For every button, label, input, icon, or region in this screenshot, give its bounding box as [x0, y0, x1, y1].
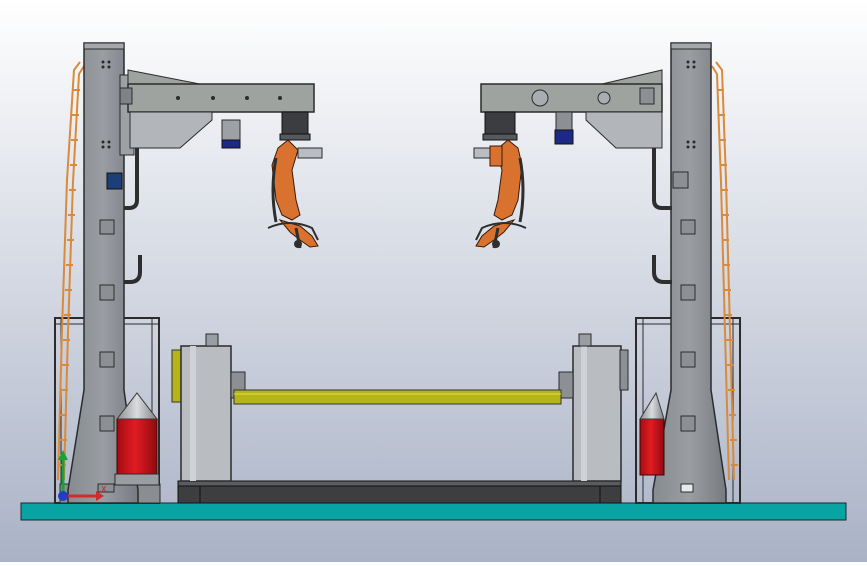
cad-viewport[interactable]: X [0, 0, 867, 562]
welding-station-model [0, 0, 867, 562]
workpiece-beam [233, 389, 562, 405]
triad-x-label: X [101, 485, 107, 494]
left-blue-motor [221, 139, 241, 149]
left-headstock [180, 345, 232, 482]
left-control-panel [106, 172, 123, 190]
left-gas-tank [116, 418, 158, 476]
right-blue-motor [554, 129, 574, 145]
right-gas-tank [639, 418, 665, 476]
right-control-box [672, 171, 689, 189]
right-headstock [572, 345, 622, 482]
floor-plate [20, 502, 847, 521]
z-axis-dot [58, 491, 68, 501]
